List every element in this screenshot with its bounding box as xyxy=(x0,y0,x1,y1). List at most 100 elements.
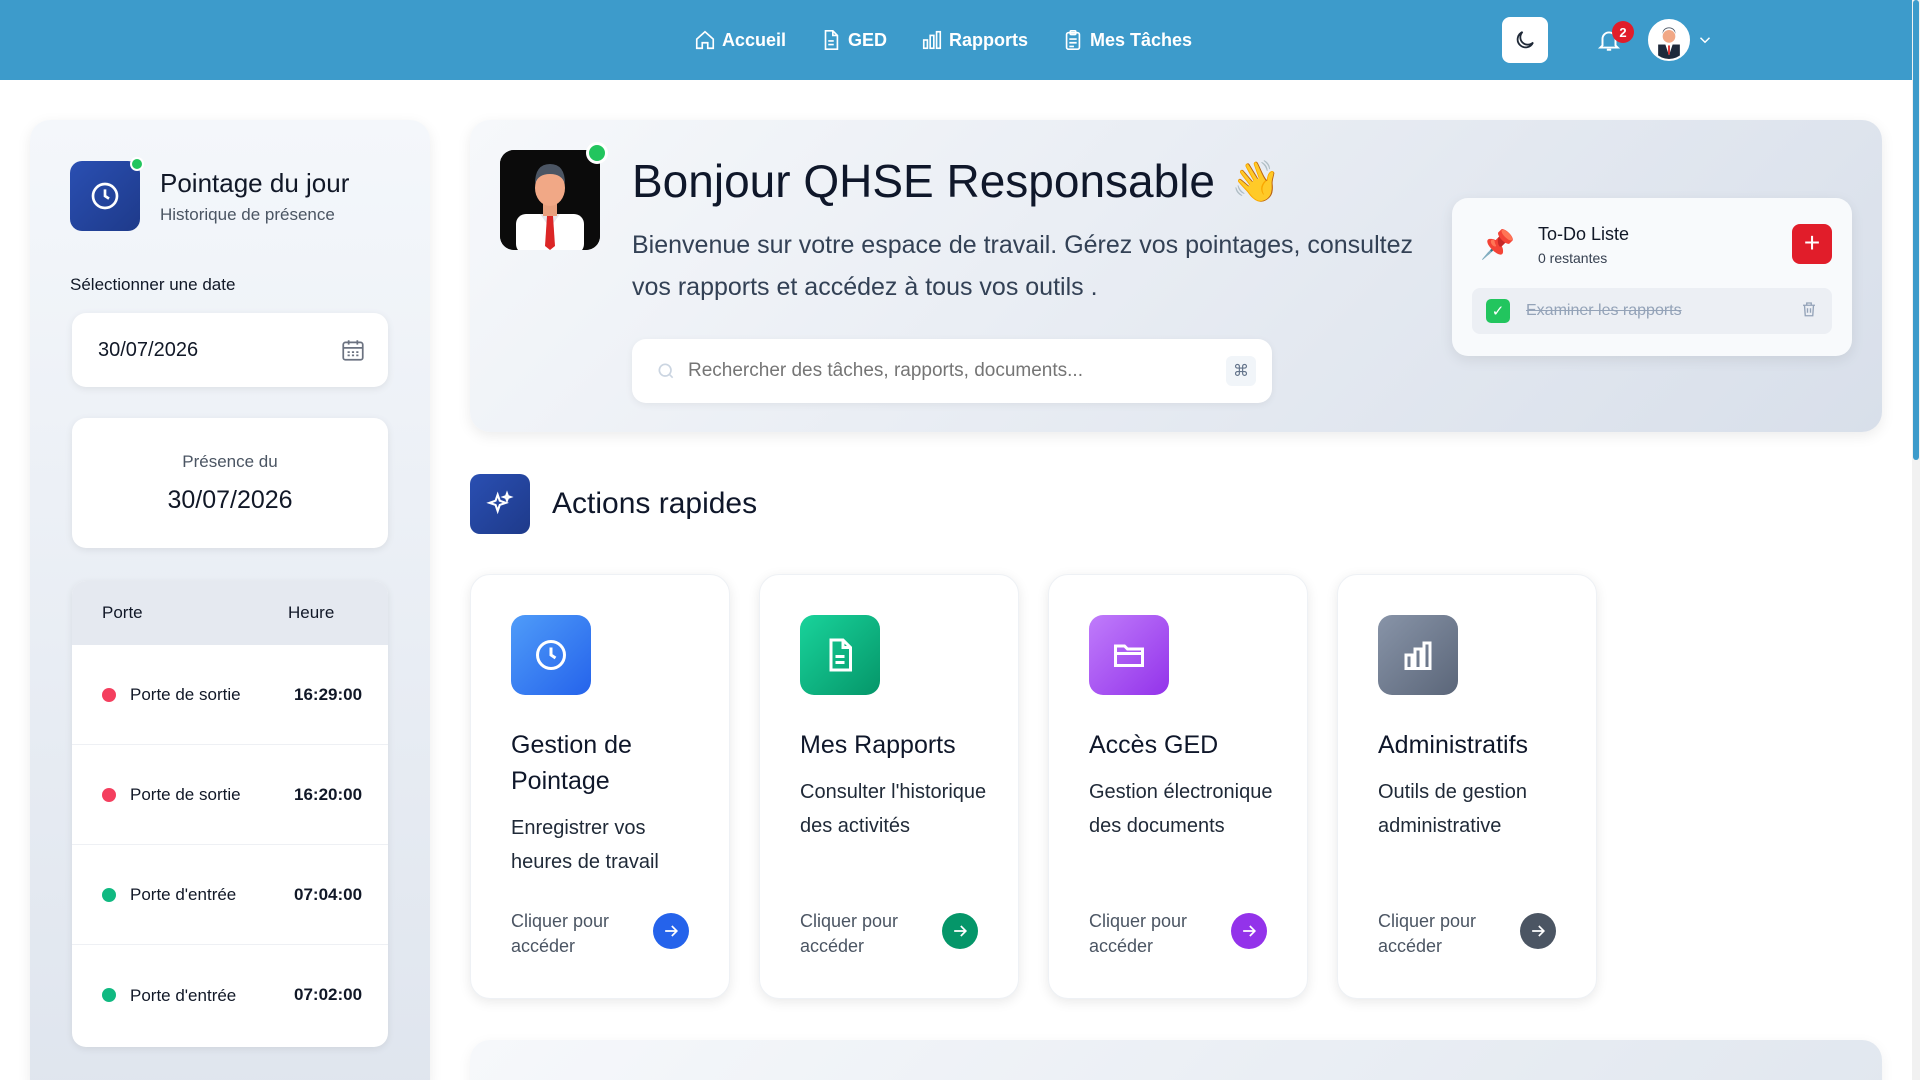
nav-rapports[interactable]: Rapports xyxy=(921,29,1028,51)
search-input[interactable] xyxy=(688,360,1226,382)
table-row: Porte de sortie 16:20:00 xyxy=(72,745,388,845)
command-shortcut-key: ⌘ xyxy=(1226,356,1256,386)
presence-summary-card: Présence du 30/07/2026 xyxy=(72,418,388,548)
moon-icon xyxy=(1516,31,1534,49)
page-scrollbar[interactable] xyxy=(1912,0,1920,1080)
nav-accueil-label: Accueil xyxy=(721,29,786,50)
card-mes-rapports[interactable]: Mes Rapports Consulter l'historique des … xyxy=(759,574,1019,999)
user-avatar[interactable] xyxy=(1648,19,1690,61)
clipboard-icon xyxy=(1065,30,1081,50)
attendance-sidebar: Pointage du jour Historique de présence … xyxy=(30,120,430,1080)
exit-status-dot xyxy=(102,687,116,702)
notifications-button[interactable]: 2 xyxy=(1596,21,1634,53)
table-row: Porte d'entrée 07:04:00 xyxy=(72,845,388,945)
clock-icon xyxy=(91,182,119,210)
date-select-label: Sélectionner une date xyxy=(70,275,236,294)
todo-item-text: Examiner les rapports xyxy=(1526,302,1682,319)
bar-chart-icon xyxy=(1404,641,1432,670)
chevron-down-icon[interactable] xyxy=(1696,31,1714,49)
nav-accueil[interactable]: Accueil xyxy=(694,29,786,51)
card-icon-box xyxy=(1089,615,1169,695)
global-search[interactable]: ⌘ xyxy=(632,339,1272,403)
card-description: Gestion électronique des documents xyxy=(1089,781,1273,837)
date-value: 30/07/2026 xyxy=(98,338,199,361)
card-title: Mes Rapports xyxy=(800,731,956,759)
quick-actions-title: Actions rapides xyxy=(552,487,758,520)
card-cta: Cliquer pour accéder xyxy=(800,911,899,956)
row-heure: 16:29:00 xyxy=(294,684,363,704)
card-cta: Cliquer pour accéder xyxy=(1378,911,1477,956)
welcome-hero: Bonjour QHSE Responsable 👋 Bienvenue sur… xyxy=(470,120,1882,432)
nav-ged[interactable]: GED xyxy=(820,29,887,51)
table-header: Porte Heure xyxy=(72,581,388,645)
card-administratifs[interactable]: Administratifs Outils de gestion adminis… xyxy=(1337,574,1597,999)
avatar-person-icon xyxy=(1650,21,1688,59)
todo-title: To-Do Liste xyxy=(1538,224,1630,244)
presence-date: 30/07/2026 xyxy=(167,486,293,514)
card-acces-ged[interactable]: Accès GED Gestion électronique des docum… xyxy=(1048,574,1308,999)
entry-status-dot xyxy=(102,887,116,902)
sparkles-icon xyxy=(486,490,514,515)
todo-widget: 📌 To-Do Liste 0 restantes + ✓ Examiner l… xyxy=(1452,198,1852,356)
bar-chart-icon xyxy=(922,30,942,50)
nav-mes-taches[interactable]: Mes Tâches xyxy=(1062,29,1192,51)
card-description: Outils de gestion administrative xyxy=(1378,781,1527,837)
greeting-title: Bonjour QHSE Responsable 👋 xyxy=(632,154,1281,208)
sidebar-header: Pointage du jour Historique de présence xyxy=(70,157,350,231)
card-arrow-button[interactable] xyxy=(942,913,978,949)
sidebar-title: Pointage du jour xyxy=(160,167,350,198)
businessman-avatar-icon xyxy=(500,150,600,250)
calendar-icon[interactable] xyxy=(340,337,366,363)
top-right-controls: 2 xyxy=(1502,17,1714,63)
sparkles-badge xyxy=(470,474,530,534)
column-header-heure: Heure xyxy=(288,603,335,622)
notification-badge: 2 xyxy=(1612,21,1634,43)
trash-icon xyxy=(1803,301,1815,316)
card-arrow-button[interactable] xyxy=(1520,913,1556,949)
sidebar-clock-badge xyxy=(70,157,144,231)
card-arrow-button[interactable] xyxy=(653,913,689,949)
welcome-description: Bienvenue sur votre espace de travail. G… xyxy=(632,231,1413,301)
search-icon xyxy=(658,363,674,379)
card-description: Enregistrer vos heures de travail xyxy=(511,817,659,873)
row-heure: 16:20:00 xyxy=(294,784,363,804)
row-porte: Porte de sortie xyxy=(130,685,241,704)
clock-icon xyxy=(536,640,566,670)
exit-status-dot xyxy=(102,787,116,802)
presence-label: Présence du xyxy=(182,452,278,471)
row-porte: Porte d'entrée xyxy=(130,985,237,1005)
delete-todo-button[interactable] xyxy=(1800,300,1818,323)
column-header-porte: Porte xyxy=(102,603,143,622)
row-porte: Porte de sortie xyxy=(130,785,241,804)
waving-hand-icon: 👋 xyxy=(1231,159,1281,204)
nav-rapports-label: Rapports xyxy=(948,29,1028,50)
sidebar-subtitle: Historique de présence xyxy=(160,204,335,224)
theme-toggle-button[interactable] xyxy=(1502,17,1548,63)
arrow-right-icon xyxy=(665,925,679,937)
home-icon xyxy=(695,30,715,50)
card-icon-box xyxy=(800,615,880,695)
scrollbar-thumb[interactable] xyxy=(1913,0,1919,460)
document-icon xyxy=(824,30,839,50)
card-gestion-pointage[interactable]: Gestion de Pointage Enregistrer vos heur… xyxy=(470,574,730,999)
date-picker-input[interactable]: 30/07/2026 xyxy=(72,313,388,387)
add-todo-button[interactable]: + xyxy=(1792,224,1832,264)
card-arrow-button[interactable] xyxy=(1231,913,1267,949)
main-nav: Accueil GED Rapports Mes Tâches xyxy=(694,29,1192,51)
todo-checkbox[interactable]: ✓ xyxy=(1486,299,1510,323)
profile-avatar xyxy=(500,150,600,250)
attendance-table: Porte Heure Porte de sortie 16:29:00 Por… xyxy=(72,581,388,1047)
nav-mes-taches-label: Mes Tâches xyxy=(1090,29,1193,50)
card-title: Administratifs xyxy=(1378,731,1529,759)
card-title: Gestion de Pointage xyxy=(511,731,632,795)
table-row: Porte d'entrée 07:02:00 xyxy=(72,945,388,1045)
card-icon-box xyxy=(511,615,591,695)
file-text-icon xyxy=(829,638,852,672)
folder-icon xyxy=(1114,644,1144,667)
nav-ged-label: GED xyxy=(847,29,887,50)
card-cta: Cliquer pour accéder xyxy=(511,911,610,956)
top-navbar: Accueil GED Rapports Mes Tâches 2 xyxy=(0,0,1920,80)
table-row: Porte de sortie 16:29:00 xyxy=(72,645,388,745)
todo-remaining: 0 restantes xyxy=(1538,250,1608,266)
todo-item: ✓ Examiner les rapports xyxy=(1472,288,1832,334)
